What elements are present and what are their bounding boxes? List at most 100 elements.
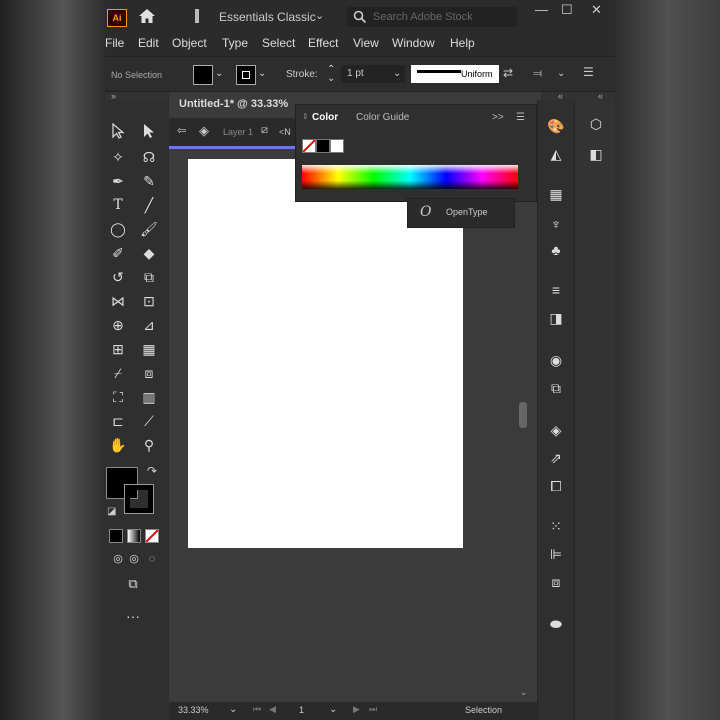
color-panel-icon[interactable]: 🎨 [545, 116, 567, 136]
menu-select[interactable]: Select [262, 34, 295, 52]
gradient-panel-icon[interactable]: ◨ [545, 308, 567, 328]
artboards-icon[interactable]: ⧠ [545, 476, 567, 496]
blend-tool-icon[interactable]: ⧈ [138, 363, 160, 383]
scroll-down-icon[interactable]: ⌄ [520, 687, 528, 698]
chevron-down-icon[interactable]: ⌄ [315, 9, 324, 22]
chevron-down-icon[interactable]: ⌄ [329, 704, 337, 715]
default-colors-icon[interactable]: ◪ [107, 506, 116, 517]
stroke-stepper-icon[interactable]: ⌃ ⌄ [327, 65, 335, 84]
mesh-tool-icon[interactable]: ⊞ [107, 339, 129, 359]
first-artboard-icon[interactable]: ⏮ [253, 704, 261, 715]
panel-menu-icon[interactable]: ☰ [516, 112, 525, 123]
ellipse-tool-icon[interactable]: ◯ [107, 219, 129, 239]
width-tool-icon[interactable]: ⋈ [107, 291, 129, 311]
shaper-tool-icon[interactable]: ✐ [107, 243, 129, 263]
menu-view[interactable]: View [353, 34, 379, 52]
menu-help[interactable]: Help [450, 34, 475, 52]
gradient-tool-icon[interactable]: ▦ [138, 339, 160, 359]
align-panel-icon[interactable]: ⊫ [545, 544, 567, 564]
eyedropper-tool-icon[interactable]: ⌿ [107, 363, 129, 383]
slice-tool-icon[interactable]: ⟋ [138, 411, 160, 431]
rotate-tool-icon[interactable]: ↺ [107, 267, 129, 287]
hand-tool-icon[interactable]: ✋ [107, 435, 129, 455]
swap-colors-icon[interactable]: ↷ [147, 464, 157, 478]
chevron-down-icon[interactable]: ⌄ [258, 68, 266, 79]
color-mode-button[interactable] [109, 529, 123, 543]
panel-grip-icon[interactable]: ⇕ [302, 112, 309, 121]
pathfinder-icon[interactable]: ⧈ [545, 572, 567, 592]
color-spectrum[interactable] [302, 165, 518, 189]
color-guide-icon[interactable]: ◭ [545, 144, 567, 164]
close-button[interactable]: ✕ [591, 2, 602, 18]
scale-tool-icon[interactable]: ⧉ [138, 267, 160, 287]
pen-tool-icon[interactable]: ✒ [107, 171, 129, 191]
selection-tool-icon[interactable] [107, 122, 129, 143]
screen-mode-icon[interactable]: ⧉ [122, 574, 144, 594]
curvature-tool-icon[interactable]: ✎ [138, 171, 160, 191]
symbol-sprayer-tool-icon[interactable]: ⛶ [107, 387, 129, 407]
last-artboard-icon[interactable]: ⏭ [369, 704, 377, 715]
direct-selection-tool-icon[interactable] [138, 123, 160, 143]
artboard-number[interactable]: 1 [299, 705, 304, 715]
artboard-tool-icon[interactable]: ⊏ [107, 411, 129, 431]
opentype-panel[interactable]: O OpenType [407, 198, 515, 228]
tab-color[interactable]: Color [312, 112, 338, 123]
libraries-icon[interactable]: ⬬ [545, 614, 567, 634]
draw-inside-icon[interactable]: ◌ [141, 549, 163, 569]
brushes-icon[interactable]: ♆ [545, 214, 567, 234]
menu-type[interactable]: Type [222, 34, 248, 52]
menu-file[interactable]: File [105, 34, 124, 52]
stroke-panel-icon[interactable]: ≡ [545, 280, 567, 300]
none-swatch[interactable] [302, 139, 316, 153]
transparency-icon[interactable]: ◉ [545, 350, 567, 370]
stroke-swatch[interactable] [236, 65, 256, 85]
magic-wand-tool-icon[interactable]: ✧ [107, 147, 129, 167]
layer-path-extra[interactable]: <N [279, 127, 291, 137]
next-artboard-icon[interactable]: ▶ [353, 704, 360, 715]
fill-swatch[interactable] [193, 65, 213, 85]
free-transform-tool-icon[interactable]: ⊡ [138, 291, 160, 311]
tab-color-guide[interactable]: Color Guide [356, 112, 409, 123]
column-graph-tool-icon[interactable]: ▥ [138, 387, 160, 407]
appearance-icon[interactable]: ⧉ [545, 378, 567, 398]
menu-object[interactable]: Object [172, 34, 207, 52]
workspace-switcher[interactable]: Essentials Classic [219, 10, 316, 24]
variable-width-profile[interactable]: Uniform [411, 65, 499, 83]
white-swatch[interactable] [330, 139, 344, 153]
menu-window[interactable]: Window [392, 34, 435, 52]
zoom-level[interactable]: 33.33% [178, 705, 209, 715]
character-icon[interactable]: ◧ [585, 144, 607, 164]
transform-icon[interactable]: ⁙ [545, 516, 567, 536]
lasso-tool-icon[interactable]: ☊ [138, 147, 160, 167]
panel-menu-icon[interactable]: ☰ [583, 65, 594, 79]
eraser-tool-icon[interactable]: ◆ [138, 243, 160, 263]
export-icon[interactable]: ⇗ [545, 448, 567, 468]
edit-toolbar-icon[interactable]: ··· [122, 606, 144, 626]
swatches-icon[interactable]: ▦ [545, 184, 567, 204]
layers-panel-icon[interactable]: ◈ [545, 420, 567, 440]
layer-name[interactable]: Layer 1 [223, 127, 253, 137]
symbols-icon[interactable]: ♣ [545, 240, 567, 260]
back-arrow-icon[interactable]: ⇦ [177, 124, 186, 137]
stroke-color-box[interactable] [124, 484, 154, 514]
gradient-mode-button[interactable] [127, 529, 141, 543]
chevron-down-icon[interactable]: ⌄ [215, 68, 223, 79]
minimize-button[interactable]: — [535, 2, 548, 17]
shape-builder-tool-icon[interactable]: ⊕ [107, 315, 129, 335]
stroke-weight-input[interactable]: 1 pt ⌄ [341, 65, 405, 83]
vertical-scrollbar[interactable] [519, 402, 527, 428]
brush-definition-icon[interactable]: ⇄ [503, 66, 513, 80]
align-icon[interactable]: ⫤ [533, 66, 542, 81]
stock-search-input[interactable]: Search Adobe Stock [347, 7, 517, 27]
chevron-down-icon[interactable]: ⌄ [393, 68, 401, 79]
maximize-button[interactable]: ☐ [561, 2, 573, 18]
none-mode-button[interactable] [145, 529, 159, 543]
properties-icon[interactable]: ⬡ [585, 114, 607, 134]
menu-effect[interactable]: Effect [308, 34, 338, 52]
expand-panel-icon[interactable]: >> [492, 112, 504, 123]
chevron-down-icon[interactable]: ⌄ [229, 704, 237, 715]
type-tool-icon[interactable]: T [107, 195, 129, 215]
document-tab[interactable]: Untitled-1* @ 33.33% [169, 92, 291, 116]
line-tool-icon[interactable]: ╱ [138, 195, 160, 215]
paintbrush-tool-icon[interactable]: 🖌 [138, 219, 160, 239]
